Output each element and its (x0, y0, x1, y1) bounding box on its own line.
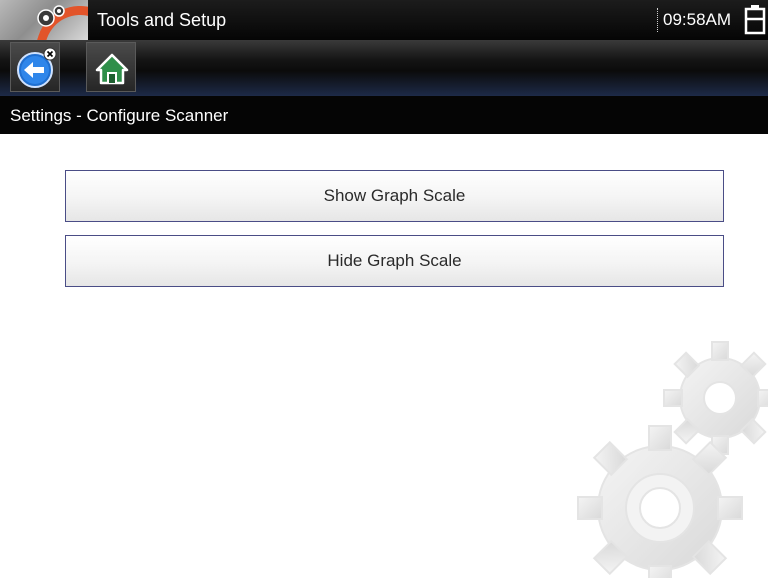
home-button[interactable] (86, 42, 136, 92)
app-title: Tools and Setup (97, 10, 227, 30)
hide-graph-scale-button[interactable]: Hide Graph Scale (65, 235, 724, 287)
home-icon (95, 53, 129, 85)
breadcrumb-text: Settings - Configure Scanner (10, 106, 229, 125)
tools-gear-icon (0, 0, 88, 40)
breadcrumb: Settings - Configure Scanner (0, 96, 768, 134)
battery-icon (744, 5, 766, 35)
show-graph-scale-button[interactable]: Show Graph Scale (65, 170, 724, 222)
back-arrow-icon (17, 47, 57, 88)
title-bar: Tools and Setup 09:58AM (0, 0, 768, 40)
clock: 09:58AM (663, 10, 732, 29)
gears-watermark-icon (577, 341, 768, 578)
clock-divider (657, 8, 658, 32)
back-button[interactable] (10, 42, 60, 92)
toolbar (0, 40, 768, 96)
